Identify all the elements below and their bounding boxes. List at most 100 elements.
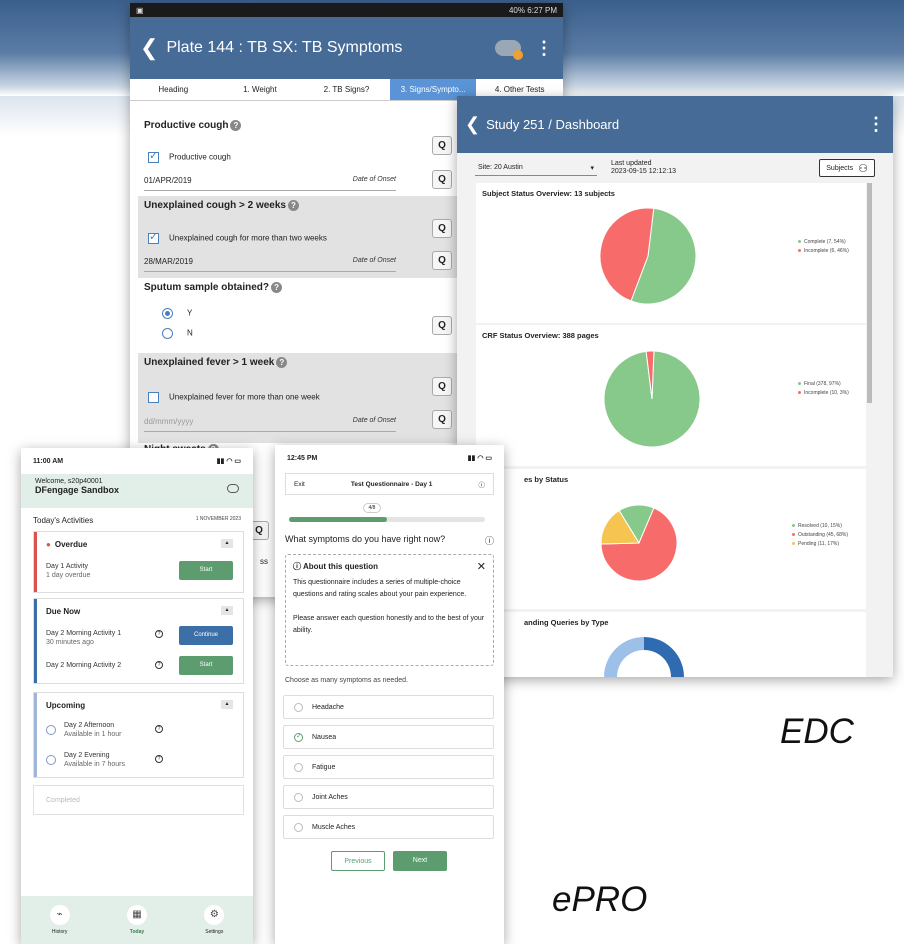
help-icon[interactable]: ? (230, 120, 242, 131)
close-icon[interactable]: ✕ (477, 561, 486, 573)
option-nausea[interactable]: Nausea (283, 725, 494, 749)
nav-today[interactable]: ▦ Today (126, 905, 147, 935)
unexplained-cough-date-field[interactable]: 28/MAR/2019 Date of Onset (144, 257, 396, 272)
help-icon[interactable]: ? (276, 357, 288, 368)
site-select[interactable]: Site: 20 Austin ▾ (475, 160, 597, 176)
info-icon[interactable]: ? (155, 725, 163, 733)
question-title: Unexplained fever > 1 week (144, 357, 275, 368)
questionnaire-title: Test Questionnaire - Day 1 (350, 480, 433, 488)
activity-item: Day 2 Evening Available in 7 hours (64, 751, 125, 769)
tab-weight[interactable]: 1. Weight (217, 79, 304, 100)
fever-checkbox[interactable] (148, 392, 159, 403)
legend-item: Pending (11, 17%) (792, 540, 848, 549)
progress-fill (289, 517, 387, 522)
subjects-button[interactable]: Subjects ⚇ (819, 159, 875, 177)
collapse-toggle[interactable]: ▲ (221, 539, 233, 548)
info-icon[interactable]: ? (155, 755, 163, 763)
query-button[interactable]: Q (432, 136, 452, 155)
cloud-sync-icon[interactable] (227, 484, 239, 493)
question-text: What symptoms do you have right now? (285, 534, 446, 544)
signal-wifi-battery-icon: ▮▮ ◠ ▭ (467, 455, 492, 462)
photo-icon: ▣ (136, 5, 144, 15)
previous-button[interactable]: Previous (331, 851, 385, 871)
productive-cough-row: Productive cough (148, 149, 231, 163)
option-headache[interactable]: Headache (283, 695, 494, 719)
continue-button[interactable]: Continue (179, 626, 233, 645)
query-button[interactable]: Q (432, 251, 452, 270)
collapse-toggle[interactable]: ▲ (221, 700, 233, 709)
start-button[interactable]: Start (179, 561, 233, 580)
more-menu-icon[interactable]: ⋮ (867, 114, 885, 135)
legend-item: Incomplete (6, 46%) (798, 247, 849, 256)
help-icon[interactable]: ? (288, 200, 299, 211)
group-title: Due Now (46, 607, 81, 616)
option-label: Joint Aches (312, 793, 348, 801)
epro-activities-phone: 11:00 AM ▮▮ ◠ ▭ Welcome, s20p40001 DFenga… (21, 448, 253, 944)
plate-title: Plate 144 : TB SX: TB Symptoms (166, 39, 403, 56)
info-icon[interactable]: ? (155, 630, 163, 638)
legend-item: Final (378, 97%) (798, 380, 849, 389)
activity-sub: Available in 7 hours (64, 761, 125, 768)
dashboard-window: ❮ Study 251 / Dashboard ⋮ Site: 20 Austi… (457, 96, 893, 677)
fever-row: Unexplained fever for more than one week (148, 392, 320, 403)
chart-title: es by Status (524, 475, 569, 484)
last-updated-value: 2023-09-15 12:12:13 (611, 168, 676, 175)
activity-name: Day 1 Activity (46, 563, 89, 570)
about-text-1: This questionnaire includes a series of … (293, 579, 467, 598)
collapse-toggle[interactable]: ▲ (221, 606, 233, 615)
page-name: / Dashboard (548, 117, 620, 132)
next-button[interactable]: Next (393, 851, 447, 871)
cloud-sync-icon[interactable] (495, 40, 523, 60)
radio-y[interactable] (162, 308, 173, 319)
sputum-option-n[interactable]: N (162, 328, 193, 339)
info-icon[interactable]: ⓘ (485, 534, 494, 547)
completed-group[interactable]: Completed (33, 785, 244, 815)
activity-name: Day 2 Evening (64, 752, 110, 759)
productive-cough-checkbox[interactable] (148, 149, 159, 163)
query-button[interactable]: Q (432, 316, 452, 335)
activity-name: Day 2 Morning Activity 2 (46, 662, 122, 669)
radio-label: Y (187, 308, 193, 318)
activity-name: Day 2 Morning Activity 1 (46, 630, 122, 637)
nav-settings[interactable]: ⚙ Settings (204, 905, 225, 935)
dropdown-arrow-icon: ▾ (590, 164, 594, 172)
query-button[interactable]: Q (432, 410, 452, 429)
bottom-nav: ⌁ History ▦ Today ⚙ Settings (21, 896, 253, 944)
query-button[interactable]: Q (432, 170, 452, 189)
tab-tb-signs[interactable]: 2. TB Signs? (303, 79, 390, 100)
chart-title: CRF Status Overview: 388 pages (482, 331, 599, 340)
tab-heading[interactable]: Heading (130, 79, 217, 100)
progress-bar (289, 517, 485, 522)
radio-n[interactable] (162, 328, 173, 339)
activities-header: Today's Activities 1 NOVEMBER 2023 (21, 508, 253, 533)
nav-history[interactable]: ⌁ History (49, 905, 70, 935)
clock-icon (46, 725, 56, 735)
phone-status-bar: 12:45 PM ▮▮ ◠ ▭ (275, 445, 504, 471)
more-menu-icon[interactable]: ⋮ (535, 38, 553, 59)
query-button[interactable]: Q (432, 377, 452, 396)
exit-button[interactable]: Exit (294, 481, 305, 488)
sputum-option-y[interactable]: Y (162, 308, 192, 319)
back-arrow-icon[interactable]: ❮ (465, 114, 480, 135)
start-button[interactable]: Start (179, 656, 233, 675)
option-label: Fatigue (312, 763, 336, 771)
unexplained-cough-checkbox[interactable] (148, 230, 159, 244)
chart-title: Subject Status Overview: 13 subjects (482, 189, 615, 198)
date-placeholder: dd/mmm/yyyy (144, 417, 194, 426)
info-icon: ⓘ (293, 562, 301, 571)
option-radio (294, 762, 303, 772)
query-button[interactable]: Q (432, 219, 452, 238)
date-value: 01/APR/2019 (144, 176, 192, 185)
option-fatigue[interactable]: Fatigue (283, 755, 494, 779)
option-joint-aches[interactable]: Joint Aches (283, 785, 494, 809)
info-icon[interactable]: ⓘ (478, 479, 485, 489)
option-muscle-aches[interactable]: Muscle Aches (283, 815, 494, 839)
help-icon[interactable]: ? (271, 282, 283, 293)
fever-date-field[interactable]: dd/mmm/yyyy Date of Onset (144, 417, 396, 432)
back-arrow-icon[interactable]: ❮ (140, 35, 158, 61)
info-icon[interactable]: ? (155, 661, 163, 669)
alert-icon: ● (46, 540, 51, 549)
productive-cough-date-field[interactable]: 01/APR/2019 Date of Onset (144, 176, 396, 191)
scrollbar[interactable] (867, 183, 872, 403)
option-radio (294, 732, 303, 742)
